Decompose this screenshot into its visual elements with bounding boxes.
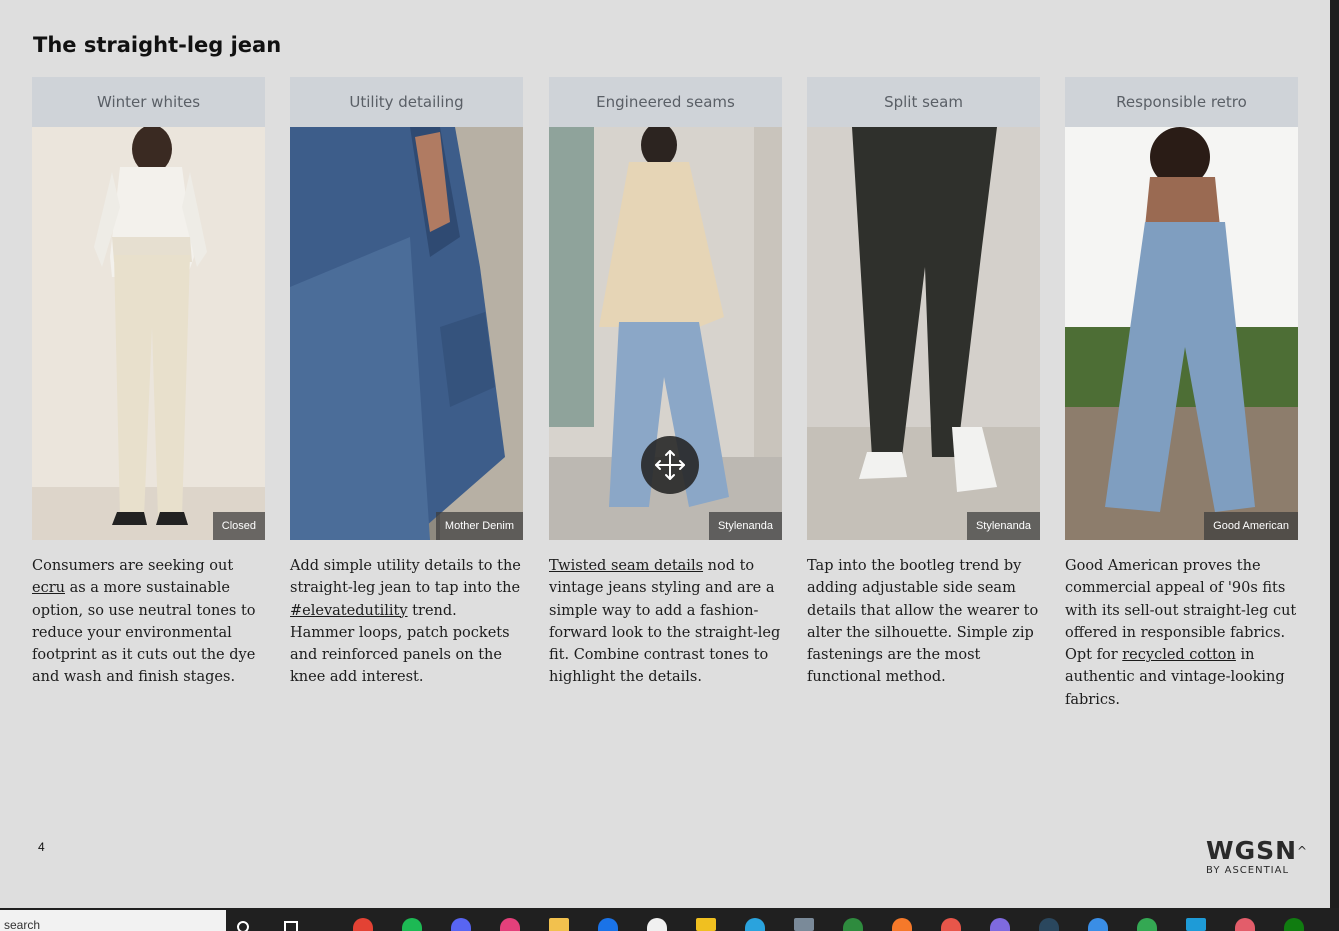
app-icon[interactable] — [696, 918, 716, 931]
trend-card-responsible-retro: Responsible retro Good American Good Ame… — [1065, 77, 1298, 711]
elevatedutility-link[interactable]: #elevatedutility — [290, 603, 408, 619]
trend-card-utility-detailing: Utility detailing Mother Denim Add simpl… — [290, 77, 523, 689]
product-photo: Stylenanda — [807, 127, 1040, 540]
telegram-icon[interactable] — [745, 918, 765, 931]
app-icon[interactable] — [1088, 918, 1108, 931]
card-heading: Engineered seams — [549, 77, 782, 127]
app-icon[interactable] — [1186, 918, 1206, 931]
card-description: Good American proves the commercial appe… — [1065, 558, 1297, 708]
folder-icon[interactable] — [549, 918, 569, 931]
app-icon[interactable] — [647, 918, 667, 931]
app-icon[interactable] — [500, 918, 520, 931]
xbox-icon[interactable] — [1284, 918, 1304, 931]
move-icon[interactable] — [641, 436, 699, 494]
calculator-icon[interactable] — [794, 918, 814, 931]
ecru-link[interactable]: ecru — [32, 580, 65, 596]
taskbar: search — [0, 908, 1339, 931]
page-number: 4 — [38, 840, 45, 854]
card-heading: Utility detailing — [290, 77, 523, 127]
task-view-icon[interactable] — [284, 921, 298, 931]
slide-title: The straight-leg jean — [33, 33, 282, 57]
card-description: Add simple utility details to the straig… — [290, 558, 521, 686]
window-edge — [1330, 0, 1339, 908]
recycled-cotton-link[interactable]: recycled cotton — [1122, 647, 1236, 663]
card-description: Tap into the bootleg trend by adding adj… — [807, 558, 1039, 686]
blender-icon[interactable] — [892, 918, 912, 931]
wgsn-logo: WGSN^ BY ASCENTIAL — [1206, 836, 1309, 877]
trend-card-engineered-seams: Engineered seams Stylenanda Twisted seam… — [549, 77, 782, 689]
spotify-icon[interactable] — [402, 918, 422, 931]
photo-credit: Stylenanda — [708, 512, 782, 540]
steam-icon[interactable] — [1039, 918, 1059, 931]
photo-credit: Mother Denim — [435, 512, 523, 540]
app-icon[interactable] — [843, 918, 863, 931]
card-description: Consumers are seeking out ecru as a more… — [32, 558, 256, 686]
card-heading: Responsible retro — [1065, 77, 1298, 127]
photo-credit: Stylenanda — [966, 512, 1040, 540]
app-icon[interactable] — [941, 918, 961, 931]
play-icon[interactable] — [1137, 918, 1157, 931]
card-description: Twisted seam details nod to vintage jean… — [549, 558, 781, 686]
product-photo: Closed — [32, 127, 265, 540]
discord-icon[interactable] — [451, 918, 471, 931]
card-heading: Split seam — [807, 77, 1040, 127]
app-icon[interactable] — [1235, 918, 1255, 931]
search-input[interactable]: search — [0, 910, 226, 931]
product-photo: Mother Denim — [290, 127, 523, 540]
photo-credit: Closed — [212, 512, 265, 540]
photo-credit: Good American — [1204, 512, 1298, 540]
trend-card-winter-whites: Winter whites Closed Consumers are seeki… — [32, 77, 265, 689]
card-heading: Winter whites — [32, 77, 265, 127]
app-icon[interactable] — [990, 918, 1010, 931]
trend-card-split-seam: Split seam Stylenanda Tap into the bootl… — [807, 77, 1040, 689]
twisted-seam-details-link[interactable]: Twisted seam details — [549, 558, 703, 574]
chrome-icon[interactable] — [353, 918, 373, 931]
mail-icon[interactable] — [598, 918, 618, 931]
search-icon[interactable] — [236, 920, 250, 931]
product-photo: Good American — [1065, 127, 1298, 540]
